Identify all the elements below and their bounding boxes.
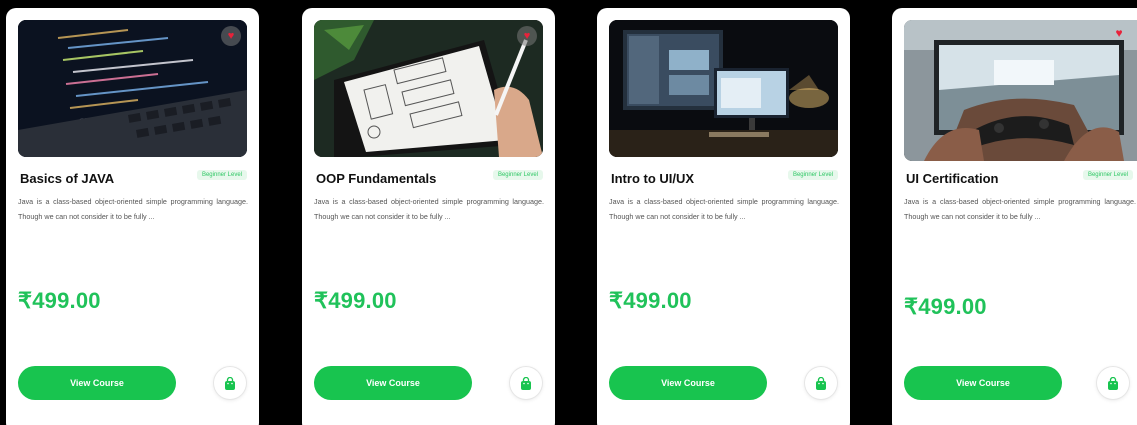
view-course-button[interactable]: View Course xyxy=(314,366,472,400)
course-card[interactable]: ♥ UI Certification Beginner Level Java i… xyxy=(892,8,1137,425)
shopping-bag-icon xyxy=(225,376,235,390)
course-card[interactable]: ♥ OOP Fundamentals Beginner Level Java i… xyxy=(302,8,555,425)
shopping-bag-icon xyxy=(816,376,826,390)
course-title: Basics of JAVA xyxy=(20,171,115,186)
course-price: ₹499.00 xyxy=(904,294,987,319)
course-description: Java is a class-based object-oriented si… xyxy=(18,197,248,221)
course-image-desk-monitors xyxy=(609,20,838,157)
view-course-button[interactable]: View Course xyxy=(904,366,1062,400)
heart-icon[interactable]: ♥ xyxy=(1109,23,1129,43)
course-card[interactable]: Intro to UI/UX Beginner Level Java is a … xyxy=(597,8,850,425)
level-badge: Beginner Level xyxy=(1082,170,1133,180)
level-badge: Beginner Level xyxy=(492,170,543,180)
course-price: ₹499.00 xyxy=(18,288,101,313)
course-image-tablet-sketch: ♥ xyxy=(314,20,543,157)
course-image-laptop-code: ♥ xyxy=(18,20,247,157)
heart-icon[interactable]: ♥ xyxy=(517,26,537,46)
view-course-button[interactable]: View Course xyxy=(609,366,767,400)
shopping-bag-icon xyxy=(521,376,531,390)
course-card[interactable]: ♥ Basics of JAVA Beginner Level Java is … xyxy=(6,8,259,425)
course-title: OOP Fundamentals xyxy=(316,171,437,186)
course-title: UI Certification xyxy=(906,171,999,186)
course-description: Java is a class-based object-oriented si… xyxy=(314,197,544,221)
shopping-bag-button[interactable] xyxy=(805,367,837,399)
view-course-button[interactable]: View Course xyxy=(18,366,176,400)
heart-icon[interactable]: ♥ xyxy=(221,26,241,46)
course-image-gaming-controller: ♥ xyxy=(904,20,1137,161)
course-card-list: ♥ Basics of JAVA Beginner Level Java is … xyxy=(0,0,1137,425)
course-title: Intro to UI/UX xyxy=(611,171,695,186)
shopping-bag-icon xyxy=(1108,376,1118,390)
course-description: Java is a class-based object-oriented si… xyxy=(904,197,1136,221)
course-description: Java is a class-based object-oriented si… xyxy=(609,197,839,221)
shopping-bag-button[interactable] xyxy=(214,367,246,399)
shopping-bag-button[interactable] xyxy=(1097,367,1129,399)
level-badge: Beginner Level xyxy=(787,170,838,180)
course-price: ₹499.00 xyxy=(314,288,397,313)
course-price: ₹499.00 xyxy=(609,288,692,313)
shopping-bag-button[interactable] xyxy=(510,367,542,399)
level-badge: Beginner Level xyxy=(196,170,247,180)
